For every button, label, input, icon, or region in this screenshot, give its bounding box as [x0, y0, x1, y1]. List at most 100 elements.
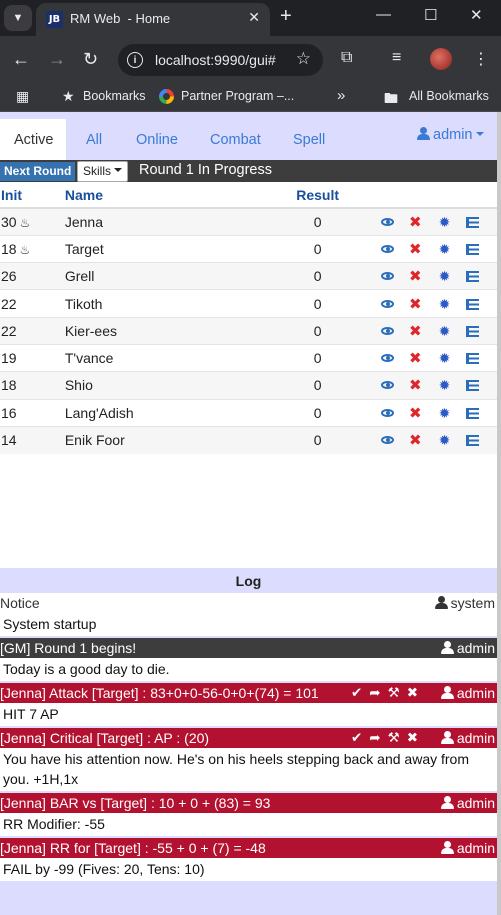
eye-icon[interactable]	[381, 381, 395, 390]
share-icon[interactable]: ➦	[369, 730, 387, 745]
remove-icon[interactable]: ✖	[409, 376, 422, 394]
remove-icon[interactable]: ✖	[409, 349, 422, 367]
name-cell: Target	[64, 234, 297, 263]
log-panel: Log Notice system System startup [GM] Round…	[0, 568, 497, 915]
tab-online[interactable]: Online	[136, 132, 178, 148]
combatant-name: Enik Foor	[64, 432, 125, 449]
list-icon[interactable]	[466, 243, 480, 255]
remove-icon[interactable]: ✖	[409, 295, 422, 313]
flame-icon: ♨	[19, 215, 31, 230]
tab-combat[interactable]: Combat	[210, 132, 261, 148]
tab-search-chevron-icon[interactable]: ▼	[4, 5, 32, 31]
burst-icon[interactable]: ✹	[439, 214, 451, 231]
list-icon[interactable]	[466, 325, 480, 337]
browser-tab[interactable]: JB RM Web - Home ✕	[36, 3, 270, 36]
remove-icon[interactable]: ✖	[409, 431, 422, 449]
new-tab-icon[interactable]: +	[280, 5, 292, 28]
list-icon[interactable]	[466, 407, 480, 419]
tab-all[interactable]: All	[86, 132, 102, 148]
burst-icon[interactable]: ✹	[439, 323, 451, 340]
wrench-icon[interactable]: ⚒	[388, 730, 407, 745]
bookmark-star-icon[interactable]: ☆	[296, 49, 311, 69]
eye-icon[interactable]	[381, 244, 395, 253]
skills-dropdown[interactable]: Skills	[77, 161, 128, 182]
bookmarks-overflow-chevron[interactable]: »	[337, 87, 345, 104]
remove-icon[interactable]: ✖	[409, 404, 422, 422]
share-icon[interactable]: ➦	[369, 685, 387, 700]
list-icon[interactable]	[466, 353, 480, 365]
remove-icon[interactable]: ✖	[409, 322, 422, 340]
bookmark-bookmarks[interactable]: Bookmarks	[83, 89, 146, 103]
burst-icon[interactable]: ✹	[439, 296, 451, 313]
tab-spell[interactable]: Spell	[293, 132, 325, 148]
list-icon[interactable]	[466, 271, 480, 283]
tab-active[interactable]: Active	[0, 119, 66, 160]
list-icon[interactable]	[466, 216, 480, 228]
eye-icon[interactable]	[381, 354, 395, 363]
remove-icon[interactable]: ✖	[409, 213, 422, 231]
init-value: 18	[1, 240, 17, 257]
eye-icon[interactable]	[381, 299, 395, 308]
remove-icon[interactable]: ✖	[409, 267, 422, 285]
user-icon	[434, 596, 448, 609]
maximize-icon[interactable]: ☐	[424, 6, 437, 24]
burst-icon[interactable]: ✹	[439, 268, 451, 285]
close-icon[interactable]: ✖	[407, 730, 425, 745]
burst-icon[interactable]: ✹	[439, 350, 451, 367]
eye-icon[interactable]	[381, 436, 395, 445]
remove-icon[interactable]: ✖	[409, 240, 422, 258]
tab-title: RM Web - Home	[70, 11, 171, 26]
media-queue-icon[interactable]: ≡	[392, 49, 401, 67]
bookmark-partner-program[interactable]: Partner Program –...	[181, 89, 294, 103]
combatant-name: Lang'Adish	[64, 404, 134, 421]
site-info-icon[interactable]: i	[127, 52, 143, 68]
list-icon[interactable]	[466, 380, 480, 392]
user-menu-dropdown[interactable]: admin	[417, 127, 484, 143]
name-cell: Tikoth	[64, 289, 297, 318]
close-icon[interactable]: ✖	[407, 685, 425, 700]
log-entry: [Jenna] RR for [Target] : -55 + 0 + (7) …	[0, 838, 497, 881]
init-cell: 19	[0, 343, 65, 372]
extensions-puzzle-icon[interactable]: ⧉	[341, 49, 352, 67]
wrench-icon[interactable]: ⚒	[388, 685, 407, 700]
log-entry-title: [GM] Round 1 begins!	[0, 640, 137, 656]
result-cell: 0	[296, 316, 378, 345]
back-arrow-icon[interactable]: ←	[12, 49, 30, 70]
eye-icon[interactable]	[381, 272, 395, 281]
burst-icon[interactable]: ✹	[439, 241, 451, 258]
tab-close-icon[interactable]: ✕	[248, 9, 260, 26]
result-cell: 0	[296, 425, 378, 454]
init-cell: 18	[0, 371, 65, 400]
list-icon[interactable]	[466, 435, 480, 447]
burst-icon[interactable]: ✹	[439, 377, 451, 394]
eye-icon[interactable]	[381, 217, 395, 226]
eye-icon[interactable]	[381, 408, 395, 417]
forward-arrow-icon[interactable]: →	[48, 49, 66, 70]
kebab-menu-icon[interactable]: ⋮	[473, 49, 489, 69]
user-icon	[440, 731, 454, 744]
url-text[interactable]: localhost:9990/gui#	[155, 52, 276, 68]
user-menu-label: admin	[433, 127, 473, 143]
window-close-icon[interactable]: ✕	[470, 6, 483, 24]
column-header-init[interactable]: Init	[0, 182, 65, 209]
check-icon[interactable]: ✔	[351, 685, 369, 700]
initiative-table: Init Name Result 30 ♨ Jenna 0 ✖ ✹ 18 ♨ Target 0 ✖ ✹…	[0, 182, 497, 454]
log-entry-username: admin	[456, 730, 495, 746]
burst-icon[interactable]: ✹	[439, 432, 451, 449]
burst-icon[interactable]: ✹	[439, 405, 451, 422]
tab-favicon: JB	[46, 11, 63, 28]
profile-avatar[interactable]	[430, 48, 452, 70]
reload-icon[interactable]: ↻	[83, 49, 98, 70]
check-icon[interactable]: ✔	[351, 730, 369, 745]
page-scrollbar[interactable]	[497, 112, 501, 915]
table-row: 14 Enik Foor 0 ✖ ✹	[0, 425, 497, 454]
address-bar[interactable]: i localhost:9990/gui# ☆	[118, 44, 323, 76]
bookmark-all-bookmarks[interactable]: All Bookmarks	[409, 89, 489, 103]
eye-icon[interactable]	[381, 326, 395, 335]
column-header-result[interactable]: Result	[296, 182, 378, 209]
column-header-name[interactable]: Name	[64, 182, 297, 209]
apps-grid-icon[interactable]: ▦	[16, 88, 29, 105]
minimize-icon[interactable]: —	[376, 6, 391, 23]
list-icon[interactable]	[466, 298, 480, 310]
next-round-button[interactable]: Next Round	[0, 162, 76, 181]
